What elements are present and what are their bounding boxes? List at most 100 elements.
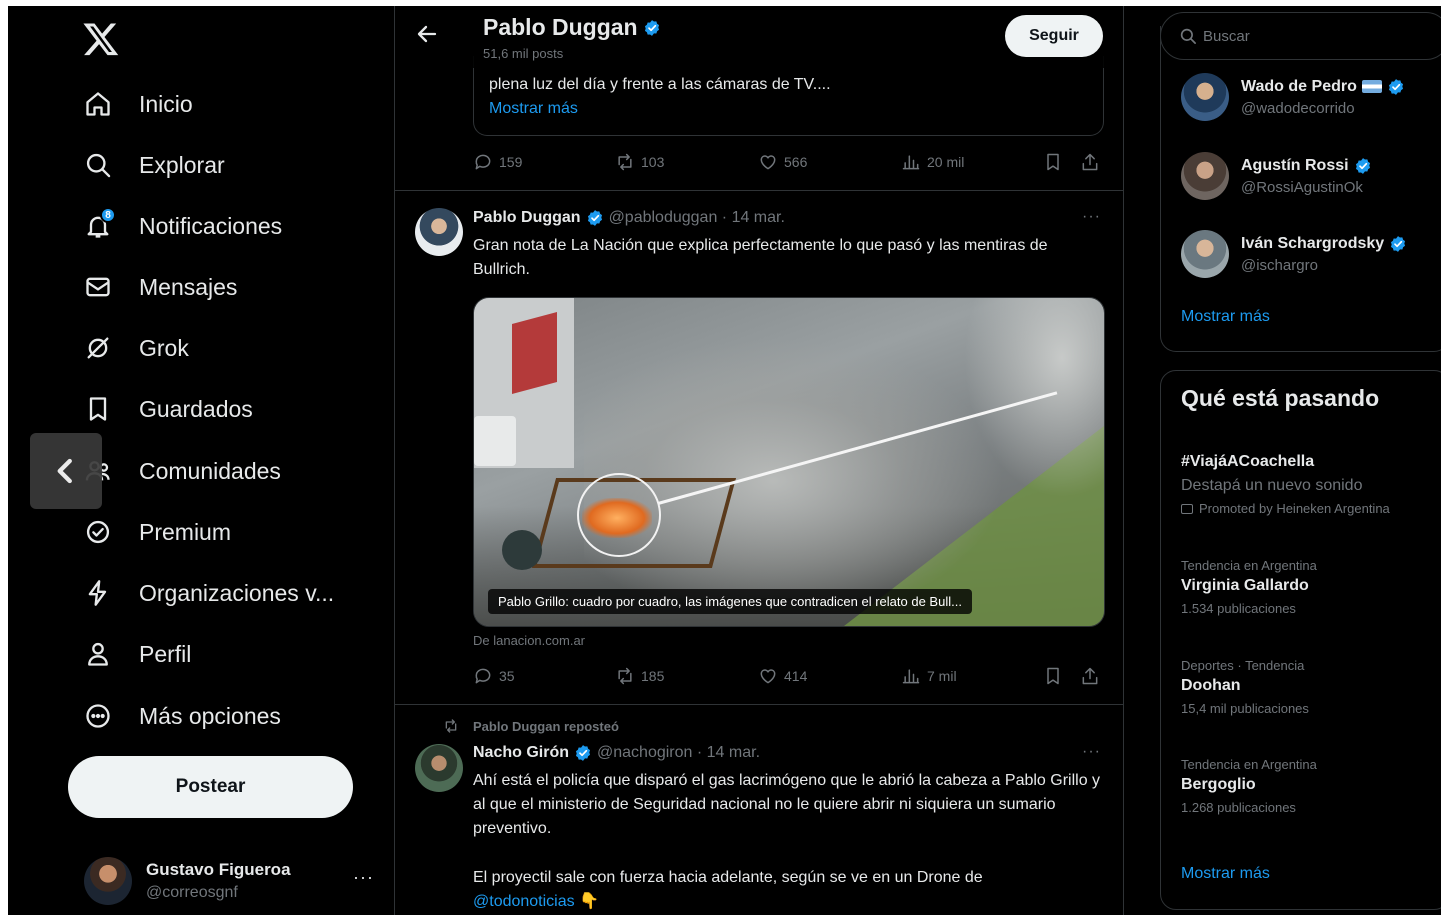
post-text-continued: El proyectil sale con fuerza hacia adela… — [473, 866, 1103, 914]
post-button[interactable]: Postear — [68, 756, 353, 818]
profile-name: Gustavo Figueroa — [146, 860, 291, 879]
share-button[interactable] — [1080, 152, 1106, 172]
nav-item-notificaciones[interactable]: 8 Notificaciones — [82, 202, 282, 250]
quoted-post-text: plena luz del día y frente a las cámaras… — [489, 76, 831, 93]
repost-button[interactable]: 185 — [615, 666, 664, 686]
post-author[interactable]: Nacho Girón @nachogiron · 14 mar. — [473, 744, 760, 762]
show-more-link[interactable]: Mostrar más — [1181, 865, 1270, 883]
nav-label: Perfil — [139, 640, 192, 667]
repost-button[interactable]: 103 — [615, 152, 664, 172]
lightning-icon — [82, 577, 114, 609]
view-count: 7 mil — [927, 668, 957, 684]
promoted-icon — [1181, 503, 1193, 514]
trend-title: Bergoglio — [1181, 776, 1256, 793]
trend-description: Destapá un nuevo sonido — [1181, 477, 1363, 494]
image-highlight-circle — [577, 473, 661, 557]
follow-suggestion[interactable]: Iván Schargrodsky @ischargro — [1181, 227, 1407, 281]
trend-title: #ViajáACoachella — [1181, 453, 1315, 470]
nav-item-inicio[interactable]: Inicio — [82, 80, 193, 128]
nav-item-organizaciones[interactable]: Organizaciones v... — [82, 569, 334, 617]
nav-label: Notificaciones — [139, 212, 283, 239]
avatar[interactable] — [415, 744, 463, 792]
repost-count: 185 — [641, 668, 665, 684]
follow-button[interactable]: Seguir — [1005, 15, 1103, 57]
post-author[interactable]: Pablo Duggan @pabloduggan · 14 mar. — [473, 209, 785, 227]
window-left-edge — [0, 0, 8, 915]
bookmark-icon — [1047, 153, 1059, 171]
page-title-text: Pablo Duggan — [483, 14, 638, 40]
repost-icon — [618, 153, 632, 171]
argentina-flag-icon — [1361, 80, 1382, 93]
verified-badge-icon — [1391, 235, 1406, 252]
right-sidebar: Wado de Pedro @wadodecorrido Agustín Ros… — [1124, 6, 1441, 915]
nav-label: Mensajes — [139, 273, 238, 300]
share-button[interactable] — [1080, 666, 1106, 686]
avatar — [84, 857, 132, 905]
show-more-link[interactable]: Mostrar más — [1181, 308, 1270, 326]
nav-item-grok[interactable]: Grok — [82, 324, 189, 372]
nav-item-guardados[interactable]: Guardados — [82, 385, 253, 433]
search-icon — [1180, 28, 1196, 44]
link-source[interactable]: De lanacion.com.ar — [473, 633, 585, 648]
nav-item-mas-opciones[interactable]: Más opciones — [82, 692, 281, 740]
quoted-post-card[interactable]: plena luz del día y frente a las cámaras… — [473, 56, 1104, 136]
like-button[interactable]: 566 — [758, 152, 807, 172]
trend-title: Virginia Gallardo — [1181, 577, 1309, 594]
more-circle-icon — [82, 700, 114, 732]
trend-item[interactable]: Tendencia en Argentina Bergoglio 1.268 p… — [1181, 757, 1441, 815]
views-chart-icon — [902, 669, 920, 684]
person-icon — [82, 638, 114, 670]
nav-item-comunidades[interactable]: Comunidades — [82, 447, 281, 495]
search-icon — [82, 149, 114, 181]
trend-item[interactable]: Tendencia en Argentina Virginia Gallardo… — [1181, 558, 1441, 616]
verified-badge-icon — [575, 745, 591, 761]
mention-link[interactable]: @todonoticias — [473, 893, 575, 910]
view-count: 20 mil — [927, 154, 965, 170]
trend-item[interactable]: Deportes · Tendencia Doohan 15,4 mil pub… — [1181, 658, 1441, 716]
collapse-sidebar-button[interactable] — [30, 433, 102, 509]
author-name: Pablo Duggan — [473, 209, 581, 226]
nav-item-mensajes[interactable]: Mensajes — [82, 263, 237, 311]
x-logo-icon[interactable] — [82, 20, 122, 60]
link-preview-image[interactable]: Pablo Grillo: cuadro por cuadro, las imá… — [473, 297, 1105, 627]
bookmark-button[interactable] — [1043, 152, 1069, 172]
more-dots-icon[interactable]: ··· — [353, 867, 374, 888]
nav-label: Inicio — [139, 90, 193, 117]
bookmark-button[interactable] — [1043, 666, 1069, 686]
trend-item[interactable]: #ViajáACoachella Destapá un nuevo sonido… — [1181, 449, 1441, 516]
reply-button[interactable]: 159 — [473, 152, 522, 172]
divider — [395, 704, 1123, 705]
avatar[interactable] — [415, 208, 463, 256]
suggestion-handle: @ischargro — [1241, 256, 1318, 274]
views-chart-icon — [902, 155, 920, 170]
like-button[interactable]: 414 — [758, 666, 807, 686]
post-text-line: El proyectil sale con fuerza hacia adela… — [473, 869, 983, 886]
nav-item-explorar[interactable]: Explorar — [82, 141, 225, 189]
search-input[interactable] — [1203, 27, 1441, 45]
reply-button[interactable]: 35 — [473, 666, 515, 686]
page-title: Pablo Duggan — [483, 14, 661, 41]
nav-item-premium[interactable]: Premium — [82, 508, 231, 556]
more-options-icon[interactable]: ··· — [1082, 743, 1101, 761]
follow-suggestion[interactable]: Agustín Rossi @RossiAgustinOk — [1181, 149, 1372, 203]
grok-icon — [82, 332, 114, 364]
show-more-link[interactable]: Mostrar más — [489, 100, 578, 118]
views-button[interactable]: 20 mil — [901, 152, 964, 172]
repost-icon — [445, 719, 457, 733]
back-button[interactable] — [415, 22, 439, 46]
trend-context: Tendencia en Argentina — [1181, 757, 1317, 772]
trend-context: Deportes · Tendencia — [1181, 658, 1305, 673]
account-switcher[interactable]: Gustavo Figueroa @correosgnf ··· — [84, 851, 374, 911]
heart-icon — [760, 669, 776, 684]
verified-badge-icon — [587, 210, 602, 226]
search-box[interactable] — [1160, 12, 1441, 60]
nav-label: Guardados — [139, 395, 253, 422]
follow-suggestion[interactable]: Wado de Pedro @wadodecorrido — [1181, 70, 1405, 124]
more-options-icon[interactable]: ··· — [1082, 208, 1101, 226]
post-text: Ahí está el policía que disparó el gas l… — [473, 772, 1101, 837]
repost-indicator[interactable]: Pablo Duggan reposteó — [443, 718, 619, 734]
views-button[interactable]: 7 mil — [901, 666, 957, 686]
share-icon — [1082, 667, 1098, 685]
nav-item-perfil[interactable]: Perfil — [82, 630, 191, 678]
envelope-icon — [82, 271, 114, 303]
